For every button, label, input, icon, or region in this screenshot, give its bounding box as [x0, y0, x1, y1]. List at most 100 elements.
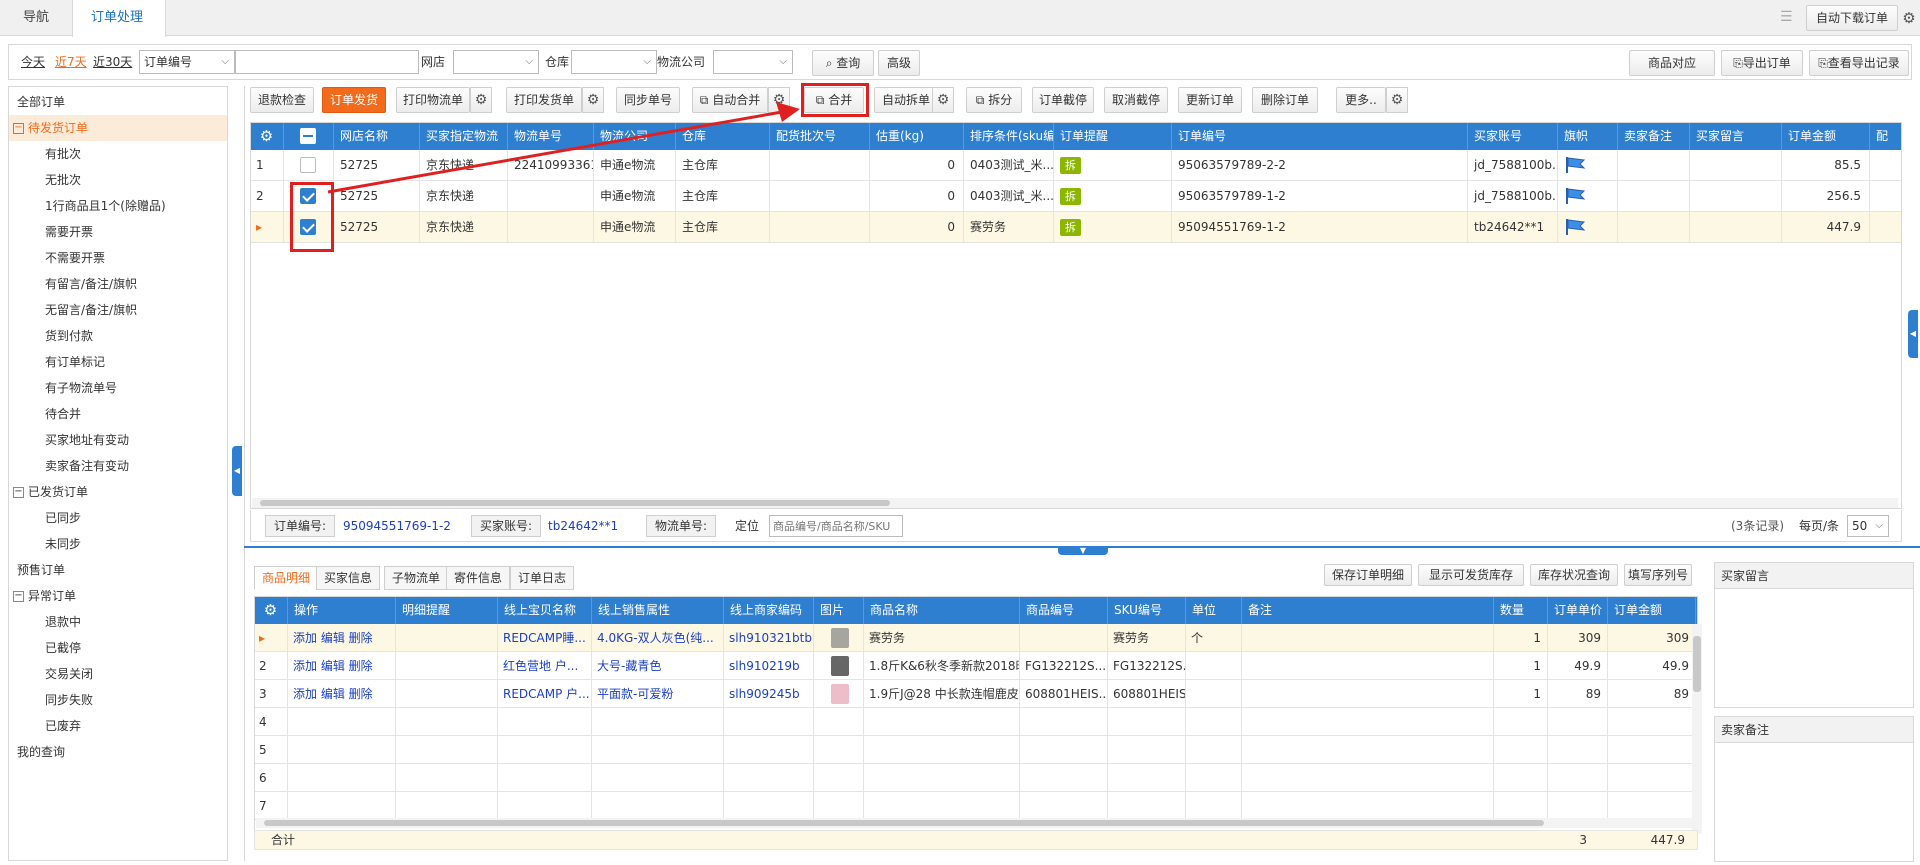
table-cell — [396, 708, 498, 736]
table-cell — [592, 764, 724, 792]
row-actions[interactable]: 添加 编辑 删除 — [288, 652, 396, 680]
table-cell: 赛劳务 — [1108, 624, 1186, 652]
table-cell — [864, 764, 1020, 792]
table-cell — [288, 764, 396, 792]
table-cell: 6 — [254, 764, 288, 792]
detail-col-header: 线上商家编码 — [724, 596, 814, 624]
total-amount: 447.9 — [1650, 833, 1685, 847]
table-row: 5 — [254, 736, 1696, 764]
table-cell: slh910219b — [724, 652, 814, 680]
table-cell — [1186, 792, 1242, 820]
table-cell — [1494, 708, 1548, 736]
vertical-scrollbar[interactable] — [1692, 624, 1702, 834]
detail-col-header: 操作 — [288, 596, 396, 624]
collapse-right-handle[interactable]: ◀ — [1908, 310, 1918, 358]
table-cell — [1186, 708, 1242, 736]
detail-action-button[interactable]: 显示可发货库存 — [1418, 564, 1524, 586]
per-page-value: 50 — [1852, 519, 1868, 533]
table-cell — [1608, 764, 1696, 792]
table-cell — [1020, 708, 1108, 736]
detail-action-button[interactable]: 填写序列号 — [1624, 564, 1692, 586]
buyer-message-panel: 买家留言 — [1714, 562, 1914, 708]
scrollbar-thumb[interactable] — [264, 820, 1544, 826]
table-cell — [864, 736, 1020, 764]
table-cell — [1548, 792, 1608, 820]
horizontal-scrollbar[interactable] — [256, 818, 1692, 828]
scrollbar-thumb[interactable] — [1693, 636, 1701, 692]
table-cell — [1020, 624, 1108, 652]
detail-col-header: 线上宝贝名称 — [498, 596, 592, 624]
detail-tab[interactable]: 寄件信息 — [446, 566, 511, 590]
table-cell — [396, 624, 498, 652]
table-cell — [1242, 624, 1494, 652]
seller-note-title: 卖家备注 — [1715, 717, 1913, 743]
table-cell: 4 — [254, 708, 288, 736]
seller-note-panel: 卖家备注 — [1714, 716, 1914, 862]
row-actions[interactable]: 添加 编辑 删除 — [288, 624, 396, 652]
table-cell: slh909245b — [724, 680, 814, 708]
gear-icon[interactable]: ⚙ — [254, 596, 288, 624]
table-cell: 红色营地 户... — [498, 652, 592, 680]
table-cell — [592, 736, 724, 764]
detail-tab[interactable]: 子物流单 — [384, 566, 449, 590]
per-page-label: 每页/条 — [1799, 519, 1840, 533]
detail-action-button[interactable]: 保存订单明细 — [1324, 564, 1412, 586]
table-cell: REDCAMP 户... — [498, 680, 592, 708]
buyer-value: tb24642**1 — [548, 519, 619, 533]
table-cell — [592, 792, 724, 820]
detail-col-header: 线上销售属性 — [592, 596, 724, 624]
table-cell — [1608, 792, 1696, 820]
table-cell — [1548, 736, 1608, 764]
table-cell — [1242, 736, 1494, 764]
table-row[interactable]: 3 添加 编辑 删除 REDCAMP 户... 平面款-可爱粉 slh909245b 1.… — [254, 680, 1696, 708]
logistics-no-label: 物流单号: — [646, 515, 717, 537]
product-image — [814, 652, 864, 680]
table-cell — [864, 792, 1020, 820]
row-actions[interactable]: 添加 编辑 删除 — [288, 680, 396, 708]
table-cell — [498, 764, 592, 792]
table-cell: 608801HEIS... — [1020, 680, 1108, 708]
table-cell: FG132212S... — [1020, 652, 1108, 680]
detail-footer: 合计 3 447.9 — [254, 830, 1698, 850]
table-cell: 7 — [254, 792, 288, 820]
detail-action-button[interactable]: 库存状况查询 — [1530, 564, 1618, 586]
table-cell — [1108, 792, 1186, 820]
detail-tab[interactable]: 买家信息 — [316, 566, 381, 590]
table-cell — [288, 792, 396, 820]
chevron-down-icon: ⌵ — [1875, 520, 1883, 531]
detail-col-header: 商品名称 — [864, 596, 1020, 624]
table-cell: 608801HEIS... — [1108, 680, 1186, 708]
total-label: 合计 — [271, 833, 296, 847]
buyer-label: 买家账号: — [471, 515, 542, 537]
table-cell — [1108, 764, 1186, 792]
table-cell: 309 — [1548, 624, 1608, 652]
detail-col-header: SKU编号 — [1108, 596, 1186, 624]
table-cell: 1.8斤K&6秋冬季新款2018时尚中... — [864, 652, 1020, 680]
table-cell — [1242, 764, 1494, 792]
locate-input[interactable] — [769, 515, 903, 537]
detail-col-header: 图片 — [814, 596, 864, 624]
table-cell: 个 — [1186, 624, 1242, 652]
detail-header: ⚙ 操作 明细提醒 线上宝贝名称 线上销售属性 线上商家编码 图片 商品名称 商品编号 SKU编号… — [254, 596, 1698, 624]
table-cell: 49.9 — [1608, 652, 1696, 680]
splitter-handle[interactable]: ▼ — [1058, 546, 1108, 555]
table-cell: REDCAMP睡... — [498, 624, 592, 652]
table-cell — [1186, 736, 1242, 764]
product-image — [814, 624, 864, 652]
table-cell — [1020, 792, 1108, 820]
table-cell — [1548, 764, 1608, 792]
table-cell — [864, 708, 1020, 736]
table-cell: 89 — [1608, 680, 1696, 708]
table-cell — [1020, 736, 1108, 764]
table-cell — [1186, 652, 1242, 680]
table-cell — [396, 652, 498, 680]
table-row[interactable]: ▸ 添加 编辑 删除 REDCAMP睡... 4.0KG-双人灰色(纯... slh91… — [254, 624, 1696, 652]
table-cell — [1548, 708, 1608, 736]
table-row[interactable]: 2 添加 编辑 删除 红色营地 户... 大号-藏青色 slh910219b 1.8斤K&… — [254, 652, 1696, 680]
detail-tab[interactable]: 商品明细 — [254, 566, 319, 590]
per-page-select[interactable]: 50 ⌵ — [1847, 515, 1889, 537]
info-bar: 订单编号: 95094551769-1-2 买家账号: tb24642**1 物… — [250, 510, 1902, 542]
table-cell — [1494, 764, 1548, 792]
order-no-label: 订单编号: — [265, 515, 336, 537]
detail-tab[interactable]: 订单日志 — [510, 566, 575, 590]
